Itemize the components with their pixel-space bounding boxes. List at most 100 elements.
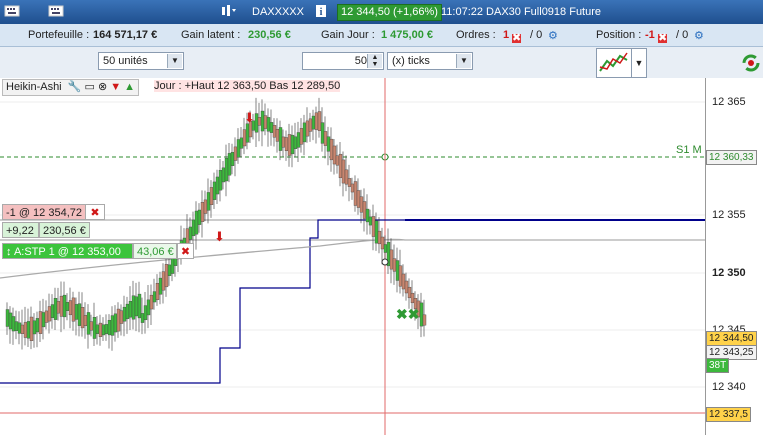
wrench-icon[interactable]: 🔧 xyxy=(68,81,82,93)
cross-marker-icon: ✖✖ xyxy=(396,306,419,322)
candle-body xyxy=(53,298,58,320)
units-select-value: 50 unités xyxy=(103,55,148,67)
candle-body xyxy=(419,302,424,327)
candle-body xyxy=(137,293,142,319)
move-down-icon[interactable]: ▼ xyxy=(110,81,121,93)
info-icon[interactable]: i xyxy=(313,4,329,18)
candle-body xyxy=(317,111,322,131)
crosshair-point xyxy=(381,258,389,266)
candle-body xyxy=(275,129,280,142)
candle-body xyxy=(146,299,151,316)
chart-type-button[interactable] xyxy=(596,48,632,78)
candle-body xyxy=(305,120,310,137)
instrument-menu-icon[interactable] xyxy=(220,4,236,18)
candle-body xyxy=(203,199,208,214)
move-up-icon[interactable]: ▲ xyxy=(124,81,135,93)
candle-body xyxy=(287,134,292,156)
drag-handle-icon[interactable]: ↕ xyxy=(6,246,12,258)
last-price-badge: 12 344,50 (+1,66%) xyxy=(337,4,442,21)
candle-body xyxy=(20,324,25,334)
axis-label: 12 355 xyxy=(712,209,746,221)
portfolio-label: Portefeuille : xyxy=(28,29,90,41)
candle-body xyxy=(56,301,61,314)
candle-body xyxy=(47,306,52,322)
price-axis[interactable]: 12 365 12 355 12 350 12 345 12 340 xyxy=(705,78,763,435)
candle-body xyxy=(26,321,31,339)
candle-body xyxy=(350,183,355,193)
stop-order[interactable]: ↕ A:STP 1 @ 12 353,00 xyxy=(2,243,133,259)
candle-body xyxy=(101,324,106,336)
candle-body xyxy=(197,209,202,225)
candle-body xyxy=(50,304,55,318)
top-bar: DAXXXXX i 12 344,50 (+1,66%) 11:07:22 DA… xyxy=(0,0,763,24)
position-value: -1 xyxy=(645,29,655,41)
s1-price-box: 12 360,33 xyxy=(706,150,757,165)
s1-label: S1 M xyxy=(676,144,702,156)
candle-body xyxy=(257,117,262,126)
candle-body xyxy=(389,249,394,270)
latent-gain-label: Gain latent : xyxy=(181,29,241,41)
candle-body xyxy=(224,158,229,182)
candle-body xyxy=(401,273,406,290)
instrument-name[interactable]: DAXXXXX xyxy=(252,6,304,18)
ticks-count-value: 50 xyxy=(354,55,367,67)
candle-body xyxy=(407,286,412,299)
candle-body xyxy=(212,181,217,200)
candle-body xyxy=(77,303,82,326)
candle-body xyxy=(14,321,19,331)
candle-body xyxy=(263,115,268,129)
indicator-legend[interactable]: Heikin-Ashi 🔧 ▭ ⊗ ▼ ▲ xyxy=(2,79,140,96)
candle-body xyxy=(131,295,136,320)
candle-body xyxy=(368,216,373,226)
candle-body xyxy=(329,138,334,161)
candle-body xyxy=(125,303,130,320)
orders-settings-icon[interactable]: ⚙ xyxy=(548,29,558,42)
candle-body xyxy=(110,315,115,336)
candle-body xyxy=(344,169,349,185)
day-range-text: Jour : +Haut 12 363,50 Bas 12 289,50 xyxy=(154,80,341,92)
close-circle-icon[interactable]: ⊗ xyxy=(98,81,107,93)
position-settings-icon[interactable]: ⚙ xyxy=(694,29,704,42)
units-select[interactable]: 50 unités ▼ xyxy=(98,52,184,70)
candle-body xyxy=(188,226,193,240)
candle-body xyxy=(326,136,331,152)
candle-body xyxy=(8,312,13,330)
candle-body xyxy=(356,190,361,208)
candle-body xyxy=(308,118,313,132)
ticks-count-stepper[interactable]: 50 ▲ ▼ xyxy=(302,52,384,70)
candle-body xyxy=(278,127,283,151)
chevron-down-icon[interactable]: ▼ xyxy=(167,54,182,68)
keyboard-icon[interactable] xyxy=(48,4,64,18)
candle-body xyxy=(80,307,85,329)
candle-body xyxy=(281,136,286,148)
refresh-icon[interactable] xyxy=(741,51,761,75)
candle-body xyxy=(209,187,214,205)
candle-body xyxy=(221,167,226,183)
chevron-down-icon[interactable]: ▼ xyxy=(456,54,471,68)
stepper-arrows-icon[interactable]: ▲ ▼ xyxy=(367,54,382,68)
candle-body xyxy=(167,264,172,276)
day-gain-label: Gain Jour : xyxy=(321,29,375,41)
candle-body xyxy=(266,117,271,132)
ticks-type-select[interactable]: (x) ticks ▼ xyxy=(387,52,473,70)
candle-body xyxy=(68,300,73,316)
last-price-box: 12 344,50 xyxy=(706,331,757,346)
candle-body xyxy=(374,220,379,244)
window-icon[interactable]: ▭ xyxy=(84,81,94,93)
candle-body xyxy=(311,115,316,130)
candle-body xyxy=(320,122,325,144)
candle-body xyxy=(359,196,364,213)
candle-body xyxy=(323,131,328,146)
candle-body xyxy=(140,313,145,323)
keyboard-icon[interactable] xyxy=(4,4,20,18)
chart-type-icon xyxy=(599,52,628,72)
axis-label: 12 340 xyxy=(712,381,746,393)
candle-body xyxy=(290,134,295,155)
candle-body xyxy=(392,258,397,272)
position-label: Position : xyxy=(596,29,642,41)
candle-body xyxy=(122,306,127,322)
candle-body xyxy=(296,132,301,148)
close-position-icon[interactable]: ✖ xyxy=(85,204,105,220)
cancel-stop-icon[interactable]: ✖ xyxy=(177,243,194,259)
chart-type-dropdown[interactable]: ▼ xyxy=(631,48,647,78)
